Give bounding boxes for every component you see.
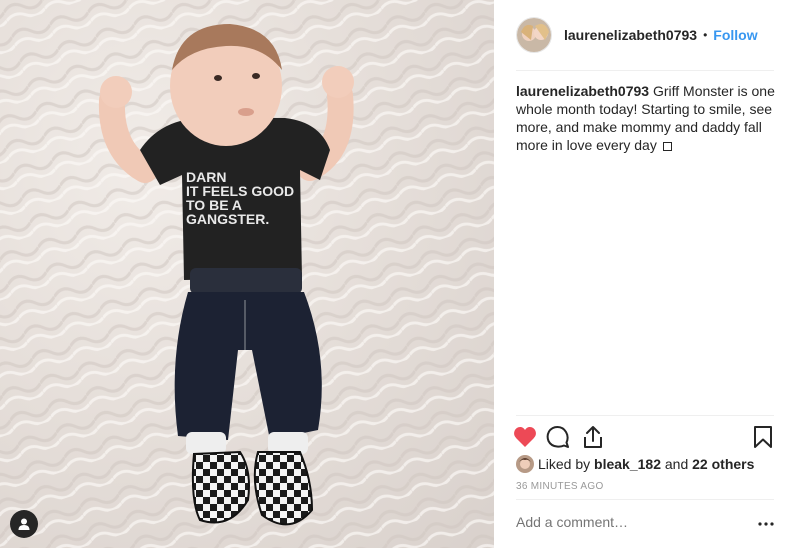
liked-by-prefix: Liked by bbox=[538, 456, 591, 472]
follow-button[interactable]: Follow bbox=[713, 27, 757, 43]
liked-by-user[interactable]: bleak_182 bbox=[594, 456, 661, 472]
bookmark-icon bbox=[754, 426, 772, 448]
instagram-post: DARN IT FEELS GOOD TO BE A GANGSTER. lau… bbox=[0, 0, 800, 548]
shirt-line-4: GANGSTER. bbox=[186, 211, 269, 227]
comment-icon bbox=[546, 426, 569, 448]
user-tag-icon bbox=[18, 518, 30, 530]
comment-button[interactable] bbox=[545, 424, 571, 450]
post-sidebar: laurenelizabeth0793 • Follow laureneliza… bbox=[494, 0, 800, 548]
separator-dot: • bbox=[703, 28, 708, 42]
baby-photo-illustration: DARN IT FEELS GOOD TO BE A GANGSTER. bbox=[0, 0, 494, 548]
save-button[interactable] bbox=[750, 424, 776, 450]
liker-avatar[interactable] bbox=[516, 455, 534, 473]
action-bar bbox=[514, 422, 780, 452]
liked-by-conj: and bbox=[664, 456, 689, 472]
comment-input[interactable] bbox=[516, 514, 736, 530]
heart-icon bbox=[514, 426, 536, 447]
user-tag-button[interactable] bbox=[10, 510, 38, 538]
more-options-button[interactable] bbox=[757, 514, 775, 534]
post-photo[interactable]: DARN IT FEELS GOOD TO BE A GANGSTER. bbox=[0, 0, 494, 548]
liked-by-others[interactable]: 22 others bbox=[692, 456, 754, 472]
avatar-image bbox=[517, 18, 551, 52]
liker-avatar-image bbox=[516, 455, 534, 473]
emoji-placeholder-icon bbox=[662, 142, 672, 151]
likes-summary: Liked by bleak_182 and 22 others bbox=[516, 455, 754, 473]
header-divider bbox=[516, 70, 774, 71]
post-username[interactable]: laurenelizabeth0793 bbox=[564, 27, 697, 43]
avatar[interactable] bbox=[516, 17, 552, 53]
caption-username[interactable]: laurenelizabeth0793 bbox=[516, 83, 649, 99]
share-icon bbox=[584, 426, 602, 448]
post-caption: laurenelizabeth0793 Griff Monster is one… bbox=[516, 82, 778, 154]
ellipsis-icon bbox=[758, 522, 774, 526]
share-button[interactable] bbox=[580, 424, 606, 450]
post-header: laurenelizabeth0793 • Follow bbox=[494, 0, 800, 70]
like-button[interactable] bbox=[512, 424, 538, 450]
comment-divider bbox=[516, 499, 774, 500]
post-timestamp[interactable]: 36 minutes ago bbox=[516, 481, 604, 492]
actions-divider bbox=[516, 415, 774, 416]
